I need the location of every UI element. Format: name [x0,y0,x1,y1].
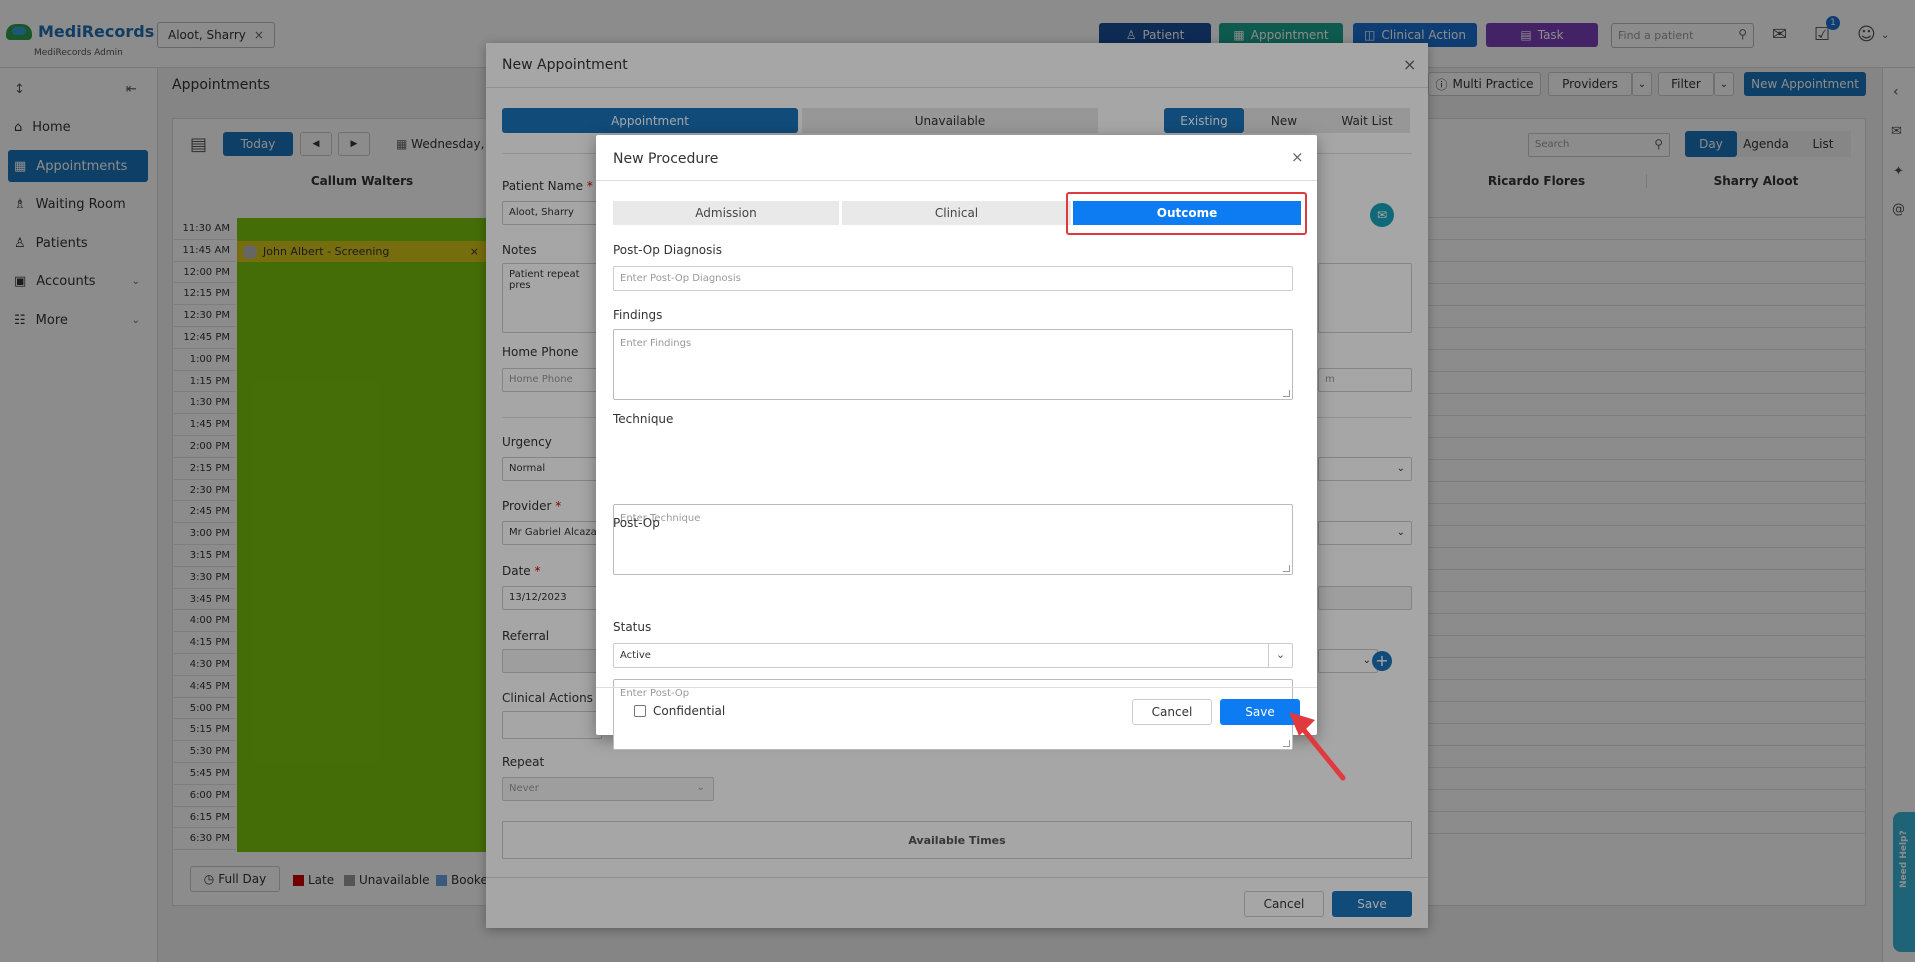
tab-clinical-label: Clinical [934,206,979,220]
post-op-label: Post-Op [613,516,660,530]
post-op-diagnosis-label: Post-Op Diagnosis [613,243,722,257]
tab-clinical[interactable]: Clinical [842,201,1071,225]
tab-outcome[interactable]: Outcome [1073,201,1301,225]
findings-textarea[interactable]: Enter Findings [613,329,1293,400]
status-value: Active [620,650,651,661]
divider [596,180,1317,181]
new-procedure-modal: New Procedure × Admission Clinical Outco… [596,135,1317,750]
tab-admission-label: Admission [695,206,757,220]
technique-textarea[interactable]: Enter Technique [613,504,1293,575]
annotation-arrow-icon [1289,712,1346,781]
close-icon[interactable]: × [1291,148,1304,166]
chevron-down-icon[interactable]: ⌄ [1268,644,1292,667]
status-select[interactable]: Active ⌄ [613,643,1293,668]
procedure-cancel-button[interactable]: Cancel [1132,699,1212,725]
confidential-checkbox[interactable] [634,705,646,717]
technique-label: Technique [613,412,674,426]
confidential-label: Confidential [653,704,726,718]
findings-label: Findings [613,308,663,322]
tab-admission[interactable]: Admission [613,201,839,225]
procedure-cancel-label: Cancel [1151,705,1193,719]
procedure-save-label: Save [1245,705,1275,719]
divider [596,687,1317,688]
post-op-diagnosis-input[interactable]: Enter Post-Op Diagnosis [613,266,1293,291]
status-label: Status [613,620,652,634]
confidential-checkbox-group[interactable]: Confidential [634,704,725,718]
procedure-modal-title: New Procedure [613,151,719,167]
tab-outcome-label: Outcome [1156,206,1218,220]
